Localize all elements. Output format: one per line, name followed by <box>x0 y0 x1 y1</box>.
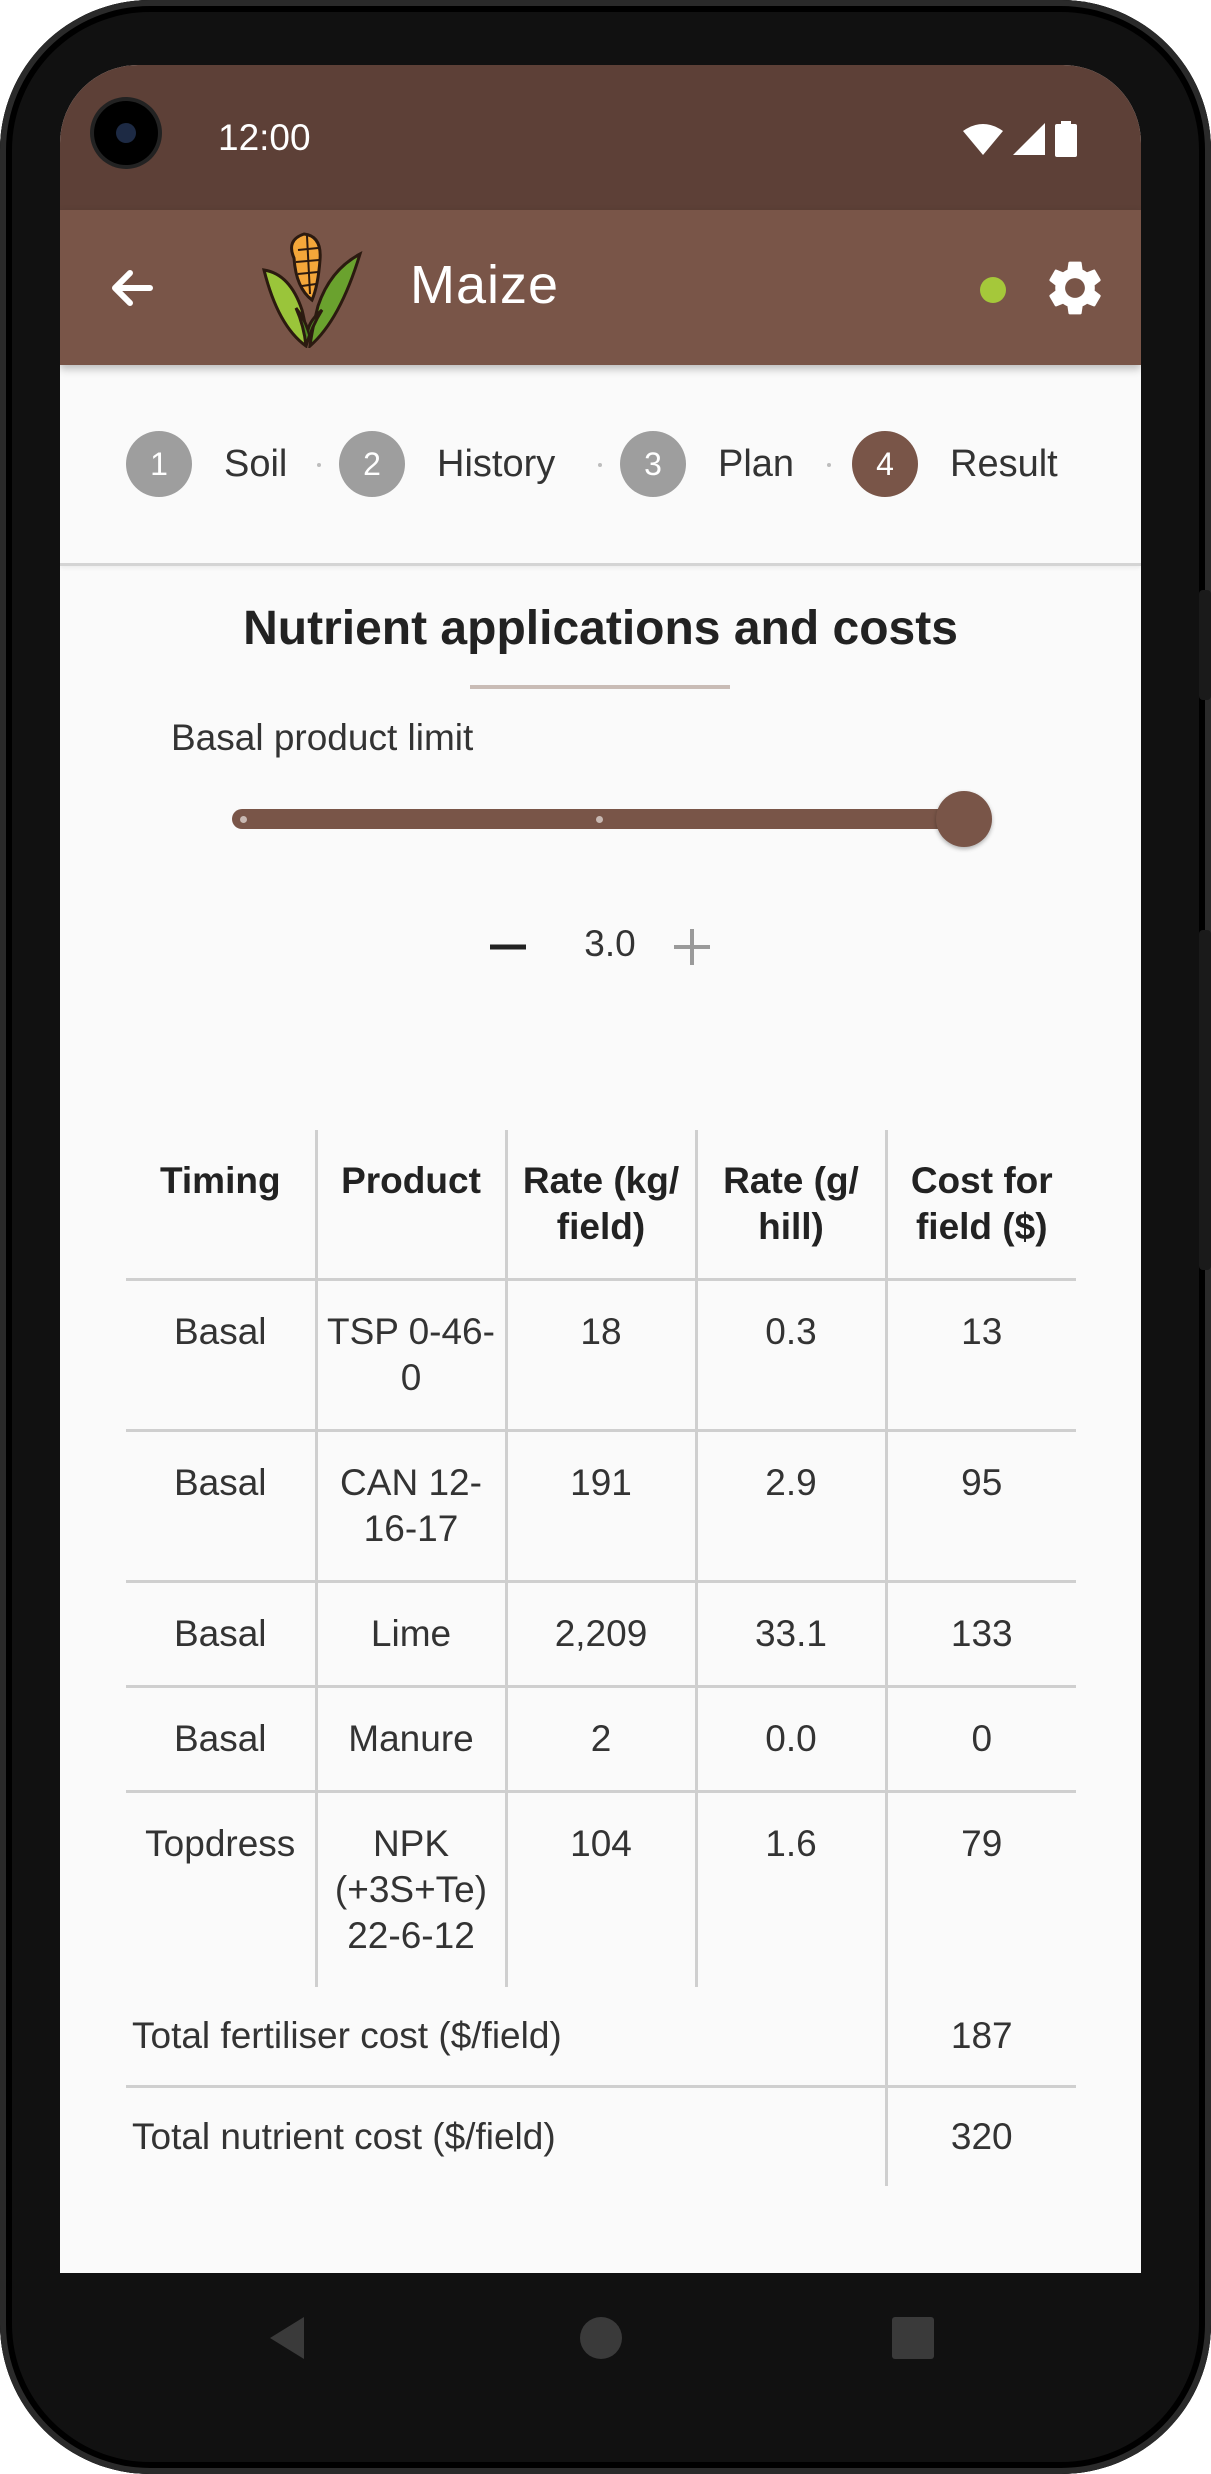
slider-thumb[interactable] <box>936 791 992 847</box>
step-number: 3 <box>620 431 686 497</box>
title-underline <box>470 685 730 689</box>
cell-rate-kg: 191 <box>504 1430 696 1583</box>
front-camera <box>94 101 158 165</box>
app-bar: Maize <box>60 210 1141 365</box>
cell-timing: Topdress <box>145 1823 296 1864</box>
header-product: Product <box>314 1130 506 1281</box>
nutrient-table: Timing Product Rate (kg/ field) Rate (g/… <box>126 1130 1076 2186</box>
quantity-value: 3.0 <box>584 923 636 964</box>
table-row: Basal CAN 12-16-17 191 2.9 95 <box>126 1430 1076 1583</box>
cell-rate-g: 1.6 <box>694 1791 886 1987</box>
quantity-stepper: 3.0 <box>60 917 1141 977</box>
maize-cob-icon <box>261 232 363 348</box>
header-cost: Cost for field ($) <box>884 1130 1076 1281</box>
step-label: Soil <box>224 442 288 485</box>
total-nutrient-label: Total nutrient cost ($/field) <box>132 2116 556 2157</box>
step-plan[interactable]: 3 Plan <box>620 431 794 497</box>
plus-icon[interactable] <box>670 925 714 969</box>
step-number: 1 <box>126 431 192 497</box>
circle-home-icon[interactable] <box>576 2313 626 2363</box>
wifi-icon <box>963 124 1003 155</box>
slider-tick <box>240 816 247 823</box>
table-header-row: Timing Product Rate (kg/ field) Rate (g/… <box>126 1130 1076 1281</box>
table-row: Basal Lime 2,209 33.1 133 <box>126 1581 1076 1688</box>
online-status-dot <box>980 277 1006 303</box>
cell-product: Lime <box>314 1581 506 1688</box>
system-nav-bar <box>0 2273 1211 2403</box>
total-nutrient-value: 320 <box>884 2086 1076 2186</box>
table-row: Basal TSP 0-46-0 18 0.3 13 <box>126 1279 1076 1432</box>
screen: 12:00 Maize 1 Soil 2 History 3 Plan 4 Re… <box>60 65 1141 2273</box>
cell-rate-g: 2.9 <box>694 1430 886 1583</box>
step-separator <box>317 463 321 467</box>
cell-cost: 13 <box>884 1279 1076 1432</box>
status-icons <box>963 121 1077 157</box>
cell-rate-kg: 2 <box>504 1686 696 1793</box>
cell-timing: Basal <box>126 1581 316 1688</box>
stepper: 1 Soil 2 History 3 Plan 4 Result <box>60 365 1141 566</box>
slider-tick <box>596 816 603 823</box>
status-bar: 12:00 <box>60 65 1141 210</box>
step-soil[interactable]: 1 Soil <box>126 431 287 497</box>
nutrient-table-wrap: Timing Product Rate (kg/ field) Rate (g/… <box>126 1130 1076 2186</box>
cell-product: CAN 12-16-17 <box>314 1430 506 1583</box>
cell-product: TSP 0-46-0 <box>314 1279 506 1432</box>
header-timing: Timing <box>126 1130 316 1281</box>
cell-timing: Basal <box>126 1430 316 1583</box>
triangle-back-icon[interactable] <box>262 2313 312 2363</box>
total-fertiliser-value: 187 <box>884 1987 1076 2088</box>
table-row: Basal Manure 2 0.0 0 <box>126 1686 1076 1793</box>
cell-cost: 95 <box>884 1430 1076 1583</box>
status-time: 12:00 <box>218 117 311 158</box>
step-separator <box>598 463 602 467</box>
header-rate-g: Rate (g/ hill) <box>694 1130 886 1281</box>
cell-cost: 0 <box>884 1686 1076 1793</box>
gear-icon[interactable] <box>1042 255 1108 321</box>
minus-icon[interactable] <box>486 925 530 969</box>
total-fertiliser-label: Total fertiliser cost ($/field) <box>126 1987 886 2088</box>
step-number: 2 <box>339 431 405 497</box>
header-rate-kg: Rate (kg/ field) <box>504 1130 696 1281</box>
total-row: Total fertiliser cost ($/field) 187 <box>126 1987 1076 2088</box>
cell-product: NPK (+3S+Te) 22-6-12 <box>314 1791 506 1987</box>
phone-frame: 12:00 Maize 1 Soil 2 History 3 Plan 4 Re… <box>0 0 1211 2474</box>
cell-rate-g: 0.3 <box>694 1279 886 1432</box>
cell-rate-kg: 104 <box>504 1791 696 1987</box>
slider-label: Basal product limit <box>171 717 474 758</box>
table-row: Topdress NPK (+3S+Te) 22-6-12 104 1.6 79 <box>126 1791 1076 1987</box>
app-title: Maize <box>410 255 560 315</box>
step-label: History <box>437 442 556 485</box>
power-button <box>1199 590 1211 700</box>
cell-timing: Basal <box>126 1686 316 1793</box>
step-label: Result <box>950 442 1058 485</box>
signal-icon <box>1013 123 1045 155</box>
cell-cost: 133 <box>884 1581 1076 1688</box>
cell-product: Manure <box>314 1686 506 1793</box>
step-label: Plan <box>718 442 795 485</box>
cell-timing: Basal <box>126 1279 316 1432</box>
cell-rate-g: 33.1 <box>694 1581 886 1688</box>
step-number: 4 <box>852 431 918 497</box>
battery-icon <box>1055 121 1077 157</box>
step-result[interactable]: 4 Result <box>852 431 1058 497</box>
section-title: Nutrient applications and costs <box>243 602 958 655</box>
cell-rate-kg: 2,209 <box>504 1581 696 1688</box>
step-history[interactable]: 2 History <box>339 431 555 497</box>
cell-rate-g: 0.0 <box>694 1686 886 1793</box>
volume-button <box>1199 930 1211 1270</box>
square-recents-icon[interactable] <box>888 2313 938 2363</box>
total-row: Total nutrient cost ($/field) 320 <box>126 2086 1076 2186</box>
step-separator <box>827 463 831 467</box>
cell-rate-kg: 18 <box>504 1279 696 1432</box>
back-arrow-icon[interactable] <box>100 255 166 321</box>
cell-cost: 79 <box>884 1791 1076 1987</box>
